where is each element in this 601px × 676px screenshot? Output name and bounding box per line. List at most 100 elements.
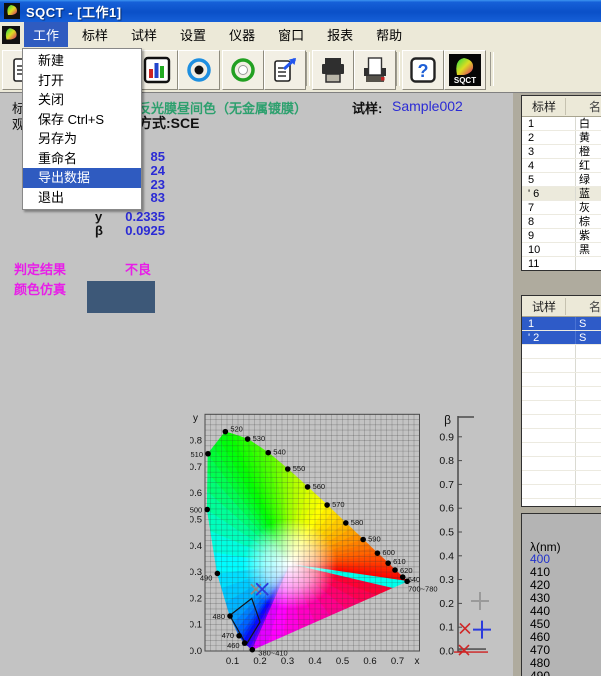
export-report-button[interactable] bbox=[264, 50, 306, 90]
print-button[interactable] bbox=[312, 50, 354, 90]
value: 83 bbox=[151, 190, 165, 205]
table-row[interactable] bbox=[522, 373, 601, 387]
table-row[interactable] bbox=[522, 485, 601, 499]
table-row[interactable]: 1白 bbox=[522, 117, 601, 131]
row-number bbox=[522, 359, 576, 372]
measure-standard-button[interactable] bbox=[178, 50, 220, 90]
row-number: 2 bbox=[522, 131, 576, 144]
svg-text:0.3: 0.3 bbox=[190, 567, 202, 578]
sample-name: Sample002 bbox=[392, 98, 463, 114]
table-row[interactable]: 3橙 bbox=[522, 145, 601, 159]
wavelength-value[interactable]: 490 bbox=[530, 670, 550, 676]
row-name: 紫 bbox=[576, 229, 601, 242]
table-row[interactable] bbox=[522, 457, 601, 471]
table-row[interactable] bbox=[522, 401, 601, 415]
svg-text:0.5: 0.5 bbox=[336, 656, 349, 667]
menu-item-standard[interactable]: 标样 bbox=[73, 22, 117, 47]
print-preview-button[interactable] bbox=[354, 50, 396, 90]
row-number: 1 bbox=[522, 117, 576, 130]
work-dropdown-menu: 新建 打开 关闭 保存 Ctrl+S 另存为 重命名 导出数据 退出 bbox=[22, 48, 142, 210]
svg-text:0.2: 0.2 bbox=[439, 598, 454, 610]
table-row[interactable] bbox=[522, 387, 601, 401]
table-row[interactable] bbox=[522, 471, 601, 485]
value: 0.2335 bbox=[125, 209, 165, 224]
menu-item-work[interactable]: 工作 bbox=[24, 22, 68, 47]
menu-item-window[interactable]: 窗口 bbox=[269, 22, 313, 47]
svg-text:0.8: 0.8 bbox=[190, 436, 202, 447]
standards-header-label: 标样 bbox=[522, 98, 566, 115]
row-number bbox=[522, 429, 576, 442]
table-row[interactable]: 11 bbox=[522, 257, 601, 271]
row-name bbox=[576, 499, 601, 507]
standards-rows: 1白2黄3橙4红5绿' 6蓝7灰8棕9紫10黑11 bbox=[522, 117, 601, 271]
row-name bbox=[576, 345, 601, 358]
menu-item-exit[interactable]: 退出 bbox=[23, 188, 141, 208]
table-row[interactable] bbox=[522, 499, 601, 507]
svg-text:0.6: 0.6 bbox=[439, 503, 454, 515]
menu-item-close[interactable]: 关闭 bbox=[23, 90, 141, 110]
menu-item-instrument[interactable]: 仪器 bbox=[220, 22, 264, 47]
print-preview-icon bbox=[360, 55, 390, 85]
toolbar-separator bbox=[396, 52, 400, 86]
table-row[interactable] bbox=[522, 429, 601, 443]
document-menu-icon[interactable] bbox=[2, 26, 20, 44]
menu-item-report[interactable]: 报表 bbox=[318, 22, 362, 47]
table-row[interactable] bbox=[522, 443, 601, 457]
table-row[interactable]: 9紫 bbox=[522, 229, 601, 243]
svg-text:x: x bbox=[415, 656, 420, 667]
row-name: 白 bbox=[576, 117, 601, 130]
table-row[interactable] bbox=[522, 415, 601, 429]
menu-item-new[interactable]: 新建 bbox=[23, 51, 141, 71]
row-number: 3 bbox=[522, 145, 576, 158]
menu-item-open[interactable]: 打开 bbox=[23, 71, 141, 91]
menu-item-save[interactable]: 保存 Ctrl+S bbox=[23, 110, 141, 130]
help-button[interactable]: ? bbox=[402, 50, 444, 90]
table-row[interactable] bbox=[522, 359, 601, 373]
svg-text:580: 580 bbox=[351, 518, 364, 527]
svg-text:SQCT: SQCT bbox=[454, 76, 476, 85]
chart-view-button[interactable] bbox=[136, 50, 178, 90]
menu-item-help[interactable]: 帮助 bbox=[367, 22, 411, 47]
table-row[interactable]: ' 6蓝 bbox=[522, 187, 601, 201]
menu-item-settings[interactable]: 设置 bbox=[171, 22, 215, 47]
menu-item-sample[interactable]: 试样 bbox=[122, 22, 166, 47]
row-number: 1 bbox=[522, 317, 576, 330]
value: 24 bbox=[151, 163, 165, 178]
svg-text:0.1: 0.1 bbox=[226, 656, 239, 667]
row-name bbox=[576, 443, 601, 456]
table-row[interactable]: 8棕 bbox=[522, 215, 601, 229]
sqct-logo-button[interactable]: SQCT bbox=[444, 50, 486, 90]
table-row[interactable]: ' 2S bbox=[522, 331, 601, 345]
table-row[interactable]: 4红 bbox=[522, 159, 601, 173]
row-number: 7 bbox=[522, 201, 576, 214]
svg-text:0.1: 0.1 bbox=[190, 620, 202, 631]
table-row[interactable]: 7灰 bbox=[522, 201, 601, 215]
table-row[interactable] bbox=[522, 345, 601, 359]
row-name bbox=[576, 471, 601, 484]
row-name: 绿 bbox=[576, 173, 601, 186]
row-name bbox=[576, 373, 601, 386]
table-row[interactable]: 10黑 bbox=[522, 243, 601, 257]
svg-text:620: 620 bbox=[400, 566, 413, 575]
svg-text:560: 560 bbox=[313, 482, 326, 491]
judge-result-label: 判定结果 bbox=[14, 259, 66, 278]
svg-text:0.3: 0.3 bbox=[439, 574, 454, 586]
table-row[interactable]: 2黄 bbox=[522, 131, 601, 145]
svg-text:570: 570 bbox=[332, 500, 345, 509]
sqct-logo-icon: SQCT bbox=[449, 54, 481, 86]
menu-item-export-data[interactable]: 导出数据 bbox=[23, 168, 141, 188]
row-number: 8 bbox=[522, 215, 576, 228]
svg-text:550: 550 bbox=[293, 464, 306, 473]
menu-item-rename[interactable]: 重命名 bbox=[23, 149, 141, 169]
samples-header2-label: 名 bbox=[566, 298, 601, 315]
svg-text:0.8: 0.8 bbox=[439, 455, 454, 467]
standards-table: 标样 名 1白2黄3橙4红5绿' 6蓝7灰8棕9紫10黑11 bbox=[521, 95, 601, 271]
value: 85 bbox=[151, 149, 165, 164]
row-number bbox=[522, 345, 576, 358]
menu-item-save-as[interactable]: 另存为 bbox=[23, 129, 141, 149]
table-row[interactable]: 5绿 bbox=[522, 173, 601, 187]
title-bar[interactable]: SQCT - [工作1] bbox=[0, 0, 601, 22]
table-row[interactable]: 1S bbox=[522, 317, 601, 331]
row-number: 9 bbox=[522, 229, 576, 242]
measure-sample-button[interactable] bbox=[222, 50, 264, 90]
